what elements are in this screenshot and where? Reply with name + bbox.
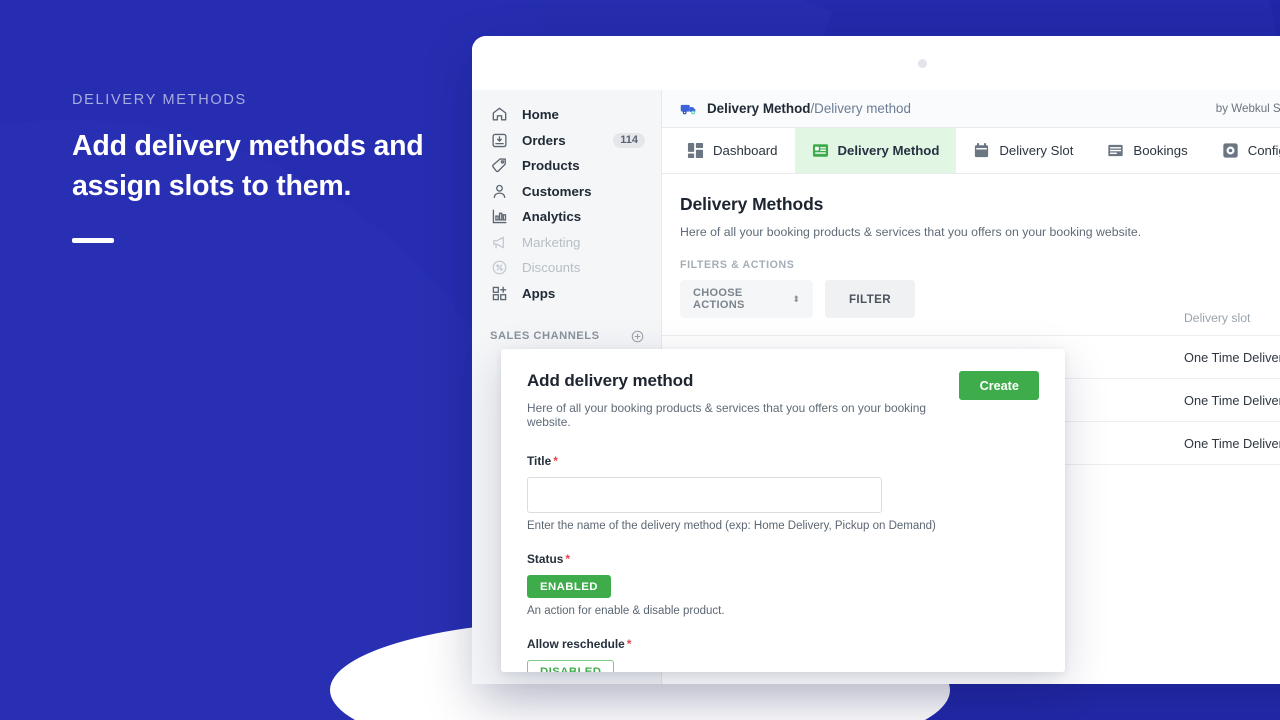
promo-copy: DELIVERY METHODS Add delivery methods an… [72, 92, 472, 243]
status-field-group: Status * ENABLED An action for enable & d… [527, 552, 1039, 617]
calendar-icon [973, 142, 990, 159]
tab-label: Delivery Slot [999, 143, 1074, 158]
cell-delivery-slot: One Time Delivery [1184, 349, 1280, 365]
camera-dot-icon [917, 58, 927, 68]
modal-subtitle: Here of all your booking products & serv… [527, 401, 926, 429]
column-header-delivery-slot: Delivery slot [1184, 310, 1251, 325]
page-title: Delivery Methods [680, 194, 824, 214]
status-field-help: An action for enable & disable product. [527, 605, 725, 617]
status-toggle-enabled[interactable]: ENABLED [527, 575, 611, 598]
modal-header-text: Add delivery method Here of all your boo… [527, 371, 959, 429]
page-subtitle: Here of all your booking products & serv… [680, 225, 1142, 239]
tab-configuration[interactable]: Configuration [1205, 128, 1280, 173]
app-header-bar: Delivery Method/Delivery method by Webku… [662, 90, 1280, 128]
orders-inbox-icon [490, 131, 509, 150]
sidebar-item-analytics[interactable]: Analytics [472, 204, 661, 230]
orders-count-badge: 114 [613, 132, 645, 148]
sidebar-item-label: Analytics [522, 209, 582, 225]
apps-grid-icon [490, 284, 509, 303]
person-icon [490, 182, 509, 201]
title-field-group: Title * Enter the name of the delivery me… [527, 454, 1039, 532]
gear-icon [1222, 142, 1239, 159]
tab-label: Bookings [1133, 143, 1188, 158]
sidebar-section-sales-channels: SALES CHANNELS [472, 324, 661, 348]
sidebar-item-label: Apps [522, 285, 556, 301]
title-field-label: Title * [527, 454, 1039, 468]
sidebar-item-label: Marketing [522, 234, 581, 250]
create-button[interactable]: Create [959, 371, 1039, 400]
status-field-label: Status * [527, 552, 1039, 566]
window-chrome [472, 36, 1280, 90]
reschedule-label-text: Allow reschedule [527, 637, 625, 651]
title-input[interactable] [527, 477, 882, 513]
breadcrumb: Delivery Method/Delivery method [707, 101, 911, 116]
delivery-method-icon [812, 142, 829, 159]
tab-delivery-method[interactable]: Delivery Method [794, 128, 957, 173]
sidebar-item-label: Orders [522, 132, 566, 148]
tab-bookings[interactable]: Bookings [1090, 128, 1204, 173]
bar-chart-icon [490, 207, 509, 226]
reschedule-field-label: Allow reschedule * [527, 637, 1039, 651]
title-field-help: Enter the name of the delivery method (e… [527, 520, 936, 532]
status-label-text: Status [527, 552, 564, 566]
tab-delivery-slot[interactable]: Delivery Slot [956, 128, 1090, 173]
sidebar-item-orders[interactable]: Orders 114 [472, 128, 661, 154]
tab-label: Configuration [1247, 143, 1280, 158]
tab-dashboard[interactable]: Dashboard [670, 128, 795, 173]
filters-section-label: FILTERS & ACTIONS [680, 259, 795, 271]
add-delivery-method-modal: Add delivery method Here of all your boo… [501, 349, 1065, 672]
cell-delivery-slot: One Time Delivery [1184, 392, 1280, 408]
sidebar-item-label: Customers [522, 183, 592, 199]
plus-circle-icon[interactable] [630, 329, 645, 344]
sidebar-item-label: Home [522, 107, 559, 123]
promo-divider-rule [72, 238, 114, 243]
megaphone-icon [490, 233, 509, 252]
sidebar-item-label: Discounts [522, 260, 581, 276]
required-marker: * [553, 454, 558, 468]
discount-badge-icon [490, 258, 509, 277]
sidebar-item-products[interactable]: Products [472, 153, 661, 179]
sidebar-item-home[interactable]: Home [472, 102, 661, 128]
sidebar-item-apps[interactable]: Apps [472, 281, 661, 307]
title-label-text: Title [527, 454, 552, 468]
tab-bar: Dashboard Delivery Method Delivery Slot … [662, 128, 1280, 174]
sidebar-item-marketing[interactable]: Marketing [472, 230, 661, 256]
required-marker: * [626, 637, 632, 651]
bookings-list-icon [1107, 142, 1124, 159]
tag-icon [490, 156, 509, 175]
modal-header: Add delivery method Here of all your boo… [527, 371, 1039, 429]
breadcrumb-primary[interactable]: Delivery Method [707, 101, 810, 116]
tab-label: Dashboard [713, 143, 778, 158]
sales-channels-label: SALES CHANNELS [490, 330, 600, 342]
sidebar-item-label: Products [522, 158, 580, 174]
modal-title: Add delivery method [527, 371, 694, 390]
sidebar-item-discounts[interactable]: Discounts [472, 255, 661, 281]
required-marker: * [565, 552, 571, 566]
breadcrumb-secondary: /Delivery method [810, 101, 911, 116]
reschedule-field-group: Allow reschedule* DISABLED An action for… [527, 637, 1039, 672]
table-header-row: Delivery slot [662, 300, 1280, 336]
reschedule-toggle-disabled[interactable]: DISABLED [527, 660, 615, 672]
tab-label: Delivery Method [837, 143, 940, 158]
sidebar-separator [472, 306, 661, 324]
cell-delivery-slot: One Time Delivery [1184, 435, 1280, 451]
promo-eyebrow: DELIVERY METHODS [72, 92, 247, 108]
vendor-label: by Webkul Software Pvt Ltd [1215, 102, 1280, 115]
home-icon [490, 105, 509, 124]
dashboard-grid-icon [687, 142, 704, 159]
delivery-truck-icon [680, 102, 698, 116]
sidebar-item-customers[interactable]: Customers [472, 179, 661, 205]
promo-headline: Add delivery methods and assign slots to… [72, 130, 424, 202]
